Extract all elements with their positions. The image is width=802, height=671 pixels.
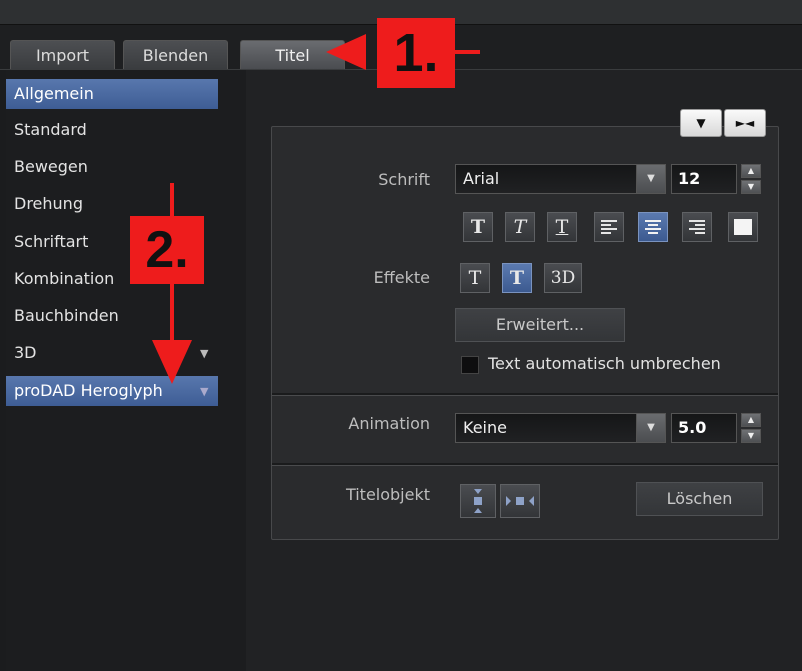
arrow-2-head (152, 340, 192, 384)
annotation-arrows (152, 34, 480, 384)
arrow-1-head (326, 34, 366, 70)
annotation-step-1: 1. (377, 18, 455, 88)
annotation-step-2: 2. (130, 216, 204, 284)
